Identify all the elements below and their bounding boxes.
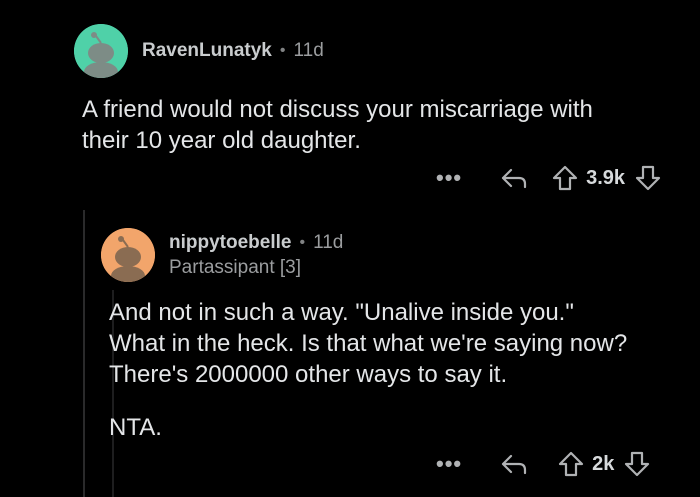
comment-body-line: There's 2000000 other ways to say it. — [109, 361, 508, 388]
comment-body-line: What in the heck. Is that what we're say… — [109, 330, 628, 357]
avatar[interactable] — [101, 228, 155, 282]
snoo-avatar-icon — [74, 24, 128, 78]
separator-dot: • — [299, 233, 306, 251]
thread-line[interactable] — [83, 210, 85, 497]
more-options-button[interactable]: ••• — [436, 163, 462, 193]
comment-body-line: A friend would not discuss your miscarri… — [82, 96, 593, 123]
avatar[interactable] — [74, 24, 128, 78]
comment-body-line: And not in such a way. "Unalive inside y… — [109, 299, 574, 326]
reply-comment-body: And not in such a way. "Unalive inside y… — [109, 297, 627, 443]
comment-header: RavenLunatyk • 11d — [74, 24, 324, 78]
reply-comment-actions: ••• 2k — [436, 449, 650, 479]
reply-arrow-icon[interactable] — [500, 166, 528, 190]
comment-age: 11d — [313, 231, 344, 253]
upvote-arrow-icon[interactable] — [558, 451, 584, 477]
vote-score: 3.9k — [586, 166, 626, 189]
vote-score: 2k — [592, 452, 615, 475]
username[interactable]: RavenLunatyk — [142, 40, 272, 62]
downvote-arrow-icon[interactable] — [624, 451, 650, 477]
comment-body-line: their 10 year old daughter. — [82, 127, 361, 154]
separator-dot: • — [279, 42, 286, 59]
username[interactable]: nippytoebelle — [169, 232, 291, 254]
comment-actions: ••• 3.9k — [436, 163, 661, 193]
more-options-button[interactable]: ••• — [436, 449, 462, 479]
reply-arrow-icon[interactable] — [500, 452, 528, 476]
reply-comment-header: nippytoebelle • 11d Partassipant [3] — [101, 228, 343, 282]
comment-body-line: NTA. — [109, 414, 162, 441]
downvote-arrow-icon[interactable] — [635, 165, 661, 191]
upvote-arrow-icon[interactable] — [552, 165, 578, 191]
comment-age: 11d — [293, 40, 324, 61]
comment-body: A friend would not discuss your miscarri… — [82, 94, 593, 156]
snoo-avatar-icon — [101, 228, 155, 282]
user-flair: Partassipant [3] — [169, 256, 302, 278]
